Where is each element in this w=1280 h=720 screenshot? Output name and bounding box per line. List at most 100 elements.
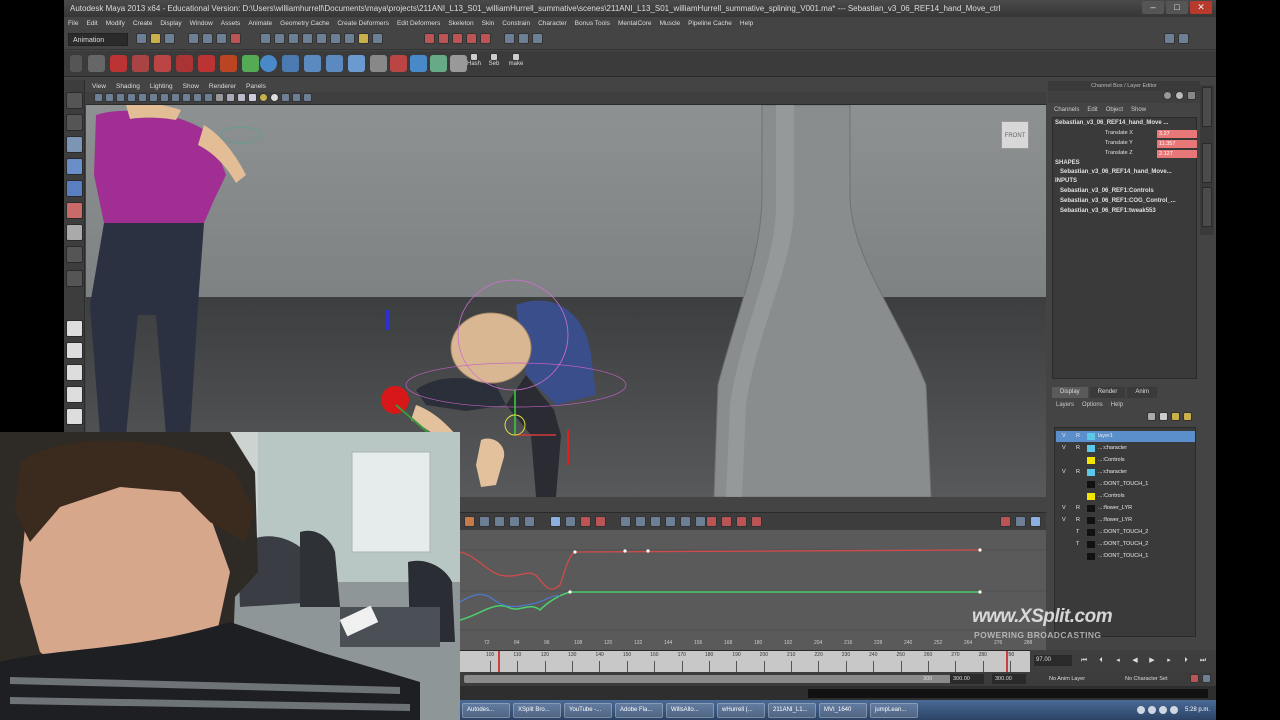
layer-row[interactable]: ...:Controls [1056,455,1195,466]
persp-outliner-layout-icon[interactable] [66,386,83,403]
panel-menu-lighting[interactable]: Lighting [150,81,173,92]
layer-row[interactable]: V R ...:flower_LYR [1056,503,1195,514]
ge-playback-range-icon[interactable] [580,516,591,527]
safe-title-icon[interactable] [204,93,213,102]
taskbar-item[interactable]: YouTube -... [564,702,612,718]
curve-key[interactable] [623,549,627,553]
layer-display-type-toggle[interactable]: R [1076,515,1080,526]
network-icon[interactable] [1158,706,1167,714]
gate-mask-icon[interactable] [171,93,180,102]
shelf-script-hash[interactable]: Hash [464,53,484,67]
layer-visibility-toggle[interactable]: V [1062,431,1066,442]
construction-icon[interactable] [358,33,369,44]
menu-create-deformers[interactable]: Create Deformers [337,17,389,30]
range-slider-end[interactable]: 300 [920,674,938,684]
key-translate-icon[interactable] [176,55,193,72]
taskbar-item[interactable]: Autodes... [462,702,510,718]
close-button[interactable]: ✕ [1190,1,1212,14]
menu-assets[interactable]: Assets [221,17,241,30]
cb-attr-value[interactable]: 3.27 [1157,130,1197,138]
scale-tool-icon[interactable] [66,202,83,219]
ge-insert-key-icon[interactable] [479,516,490,527]
step-forward-key-icon[interactable]: ⏵ [1182,656,1190,665]
curve-key[interactable] [573,550,577,554]
lasso-tool-icon[interactable] [66,114,83,131]
layer-visibility-toggle[interactable]: V [1062,503,1066,514]
select-tool-icon[interactable] [66,92,83,109]
render-frame-icon[interactable] [424,33,435,44]
cb-input-item[interactable]: Sebastian_v3_06_REF1:tweak553 [1060,208,1156,214]
layer-visibility-toggle[interactable]: V [1062,515,1066,526]
panel-menu-renderer[interactable]: Renderer [209,81,236,92]
curve-key[interactable] [978,548,982,552]
cluster-icon[interactable] [326,55,343,72]
shelf-gear-icon[interactable] [88,55,105,72]
menu-set-dropdown[interactable]: Animation [68,33,128,46]
grid-icon[interactable] [138,93,147,102]
lattice-icon[interactable] [348,55,365,72]
orient-icon[interactable] [410,55,427,72]
animation-preferences-icon[interactable] [1202,674,1211,683]
layer-color-swatch[interactable] [1087,445,1095,452]
layer-color-swatch[interactable] [1087,457,1095,464]
safe-action-icon[interactable] [193,93,202,102]
snap-grid-icon[interactable] [260,33,271,44]
attribute-editor-toggle-icon[interactable] [532,33,543,44]
step-back-key-icon[interactable]: ⏴ [1097,656,1105,665]
graph-editor-canvas[interactable]: 72 84 96 108 120 132 144 156 168 180 192 204 216 228 2… [460,530,1046,650]
tool-settings-tab[interactable] [1202,187,1212,227]
cb-attr-name[interactable]: Translate Y [1105,140,1133,146]
current-frame-field[interactable]: 97.00 [1034,655,1072,666]
skin-icon[interactable] [370,55,387,72]
outliner-layout-icon[interactable] [66,408,83,425]
make-live-icon[interactable] [316,33,327,44]
cb-attr-value[interactable]: 11.357 [1157,140,1197,148]
open-scene-icon[interactable] [150,33,161,44]
menu-geometry-cache[interactable]: Geometry Cache [280,17,329,30]
help-icon[interactable] [110,55,127,72]
key-tick[interactable] [1006,651,1008,673]
ge-frame-selection-icon[interactable] [565,516,576,527]
shelf-menu-icon[interactable] [70,55,82,72]
snap-plane-icon[interactable] [302,33,313,44]
new-scene-icon[interactable] [136,33,147,44]
tangent-flat-icon[interactable] [665,516,676,527]
cb-input-item[interactable]: Sebastian_v3_06_REF1:Controls [1060,188,1154,194]
field-chart-icon[interactable] [182,93,191,102]
layer-row[interactable]: V R ...:flower_LYR [1056,515,1195,526]
bottle-prop[interactable] [713,105,932,497]
layer-display-type-toggle[interactable]: T [1076,527,1079,538]
history-icon[interactable] [344,33,355,44]
cb-menu-channels[interactable]: Channels [1054,105,1079,115]
move-layer-up-icon[interactable] [1147,412,1156,421]
combined-view-icon[interactable] [1187,91,1196,100]
ge-buffer-curve-icon[interactable] [1000,516,1011,527]
render-view-icon[interactable] [480,33,491,44]
shadows-icon[interactable] [270,93,279,102]
ipr-render-icon[interactable] [438,33,449,44]
joint-tool-icon[interactable] [282,55,299,72]
step-forward-frame-icon[interactable]: ▸ [1165,656,1173,665]
go-to-start-icon[interactable]: ⏮ [1080,656,1088,665]
constraint-icon[interactable] [390,55,407,72]
panel-menu-show[interactable]: Show [183,81,199,92]
taskbar-item[interactable]: MVI_1640 [819,702,867,718]
select-component-icon[interactable] [216,33,227,44]
woman-character[interactable] [90,105,246,435]
layer-display-type-toggle[interactable]: R [1076,467,1080,478]
taskbar-item[interactable]: 211ANI_L1... [768,702,816,718]
snap-curve-icon[interactable] [274,33,285,44]
menu-skeleton[interactable]: Skeleton [448,17,473,30]
menu-file[interactable]: File [68,17,78,30]
tab-render[interactable]: Render [1089,387,1126,398]
cb-menu-edit[interactable]: Edit [1087,105,1097,115]
attribute-editor-tab[interactable] [1202,87,1212,127]
snap-point-icon[interactable] [288,33,299,44]
show-tool-settings-icon[interactable] [1178,33,1189,44]
key-all-icon[interactable] [154,55,171,72]
tab-display[interactable]: Display [1052,387,1088,398]
layer-color-swatch[interactable] [1087,481,1095,488]
ge-region-tool-icon[interactable] [524,516,535,527]
cb-shape-item[interactable]: Sebastian_v3_06_REF14_hand_Move... [1060,169,1172,175]
smooth-shade-icon[interactable] [226,93,235,102]
